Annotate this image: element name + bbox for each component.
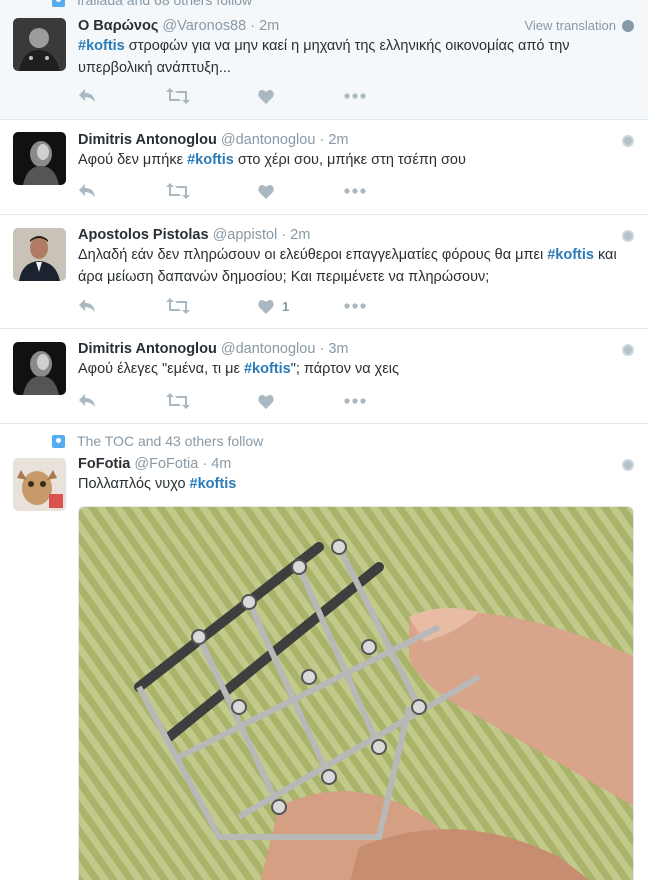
avatar[interactable] [13, 342, 66, 395]
reply-button[interactable] [78, 296, 96, 316]
tweet[interactable]: The TOC and 43 others follow FoFotia @Fo… [0, 424, 648, 880]
more-button[interactable] [344, 86, 366, 106]
tweet-text: Αφού δεν μπήκε #koftis στο χέρι σου, μπή… [78, 149, 634, 171]
tweet-actions [78, 391, 398, 411]
more-icon [344, 188, 366, 194]
retweet-button[interactable] [166, 86, 190, 106]
author-name[interactable]: FoFotia [78, 456, 130, 472]
retweet-button[interactable] [166, 181, 190, 201]
retweet-icon [166, 88, 190, 104]
author-handle[interactable]: @appistol [213, 227, 278, 243]
like-button[interactable]: 1 [258, 296, 289, 316]
like-icon [258, 299, 274, 314]
author-name[interactable]: Apostolos Pistolas [78, 227, 209, 243]
tweet[interactable]: Dimitris Antonoglou @dantonoglou · 3m Αφ… [0, 329, 648, 424]
social-context-text: The TOC and 43 others follow [77, 433, 264, 449]
retweet-icon [166, 393, 190, 409]
avatar[interactable] [13, 458, 66, 511]
tweet-photo[interactable] [78, 506, 634, 880]
social-context-text: Iraliada and 68 others follow [77, 0, 253, 8]
timestamp[interactable]: 2m [328, 132, 348, 148]
globe-icon [622, 344, 634, 356]
author-handle[interactable]: @FoFotia [134, 456, 198, 472]
avatar[interactable] [13, 18, 66, 71]
like-count: 1 [282, 298, 290, 314]
like-icon [258, 184, 274, 199]
separator: · [319, 341, 325, 357]
reply-icon [79, 89, 95, 102]
author-name[interactable]: Ο Βαρώνος [78, 18, 158, 34]
tweet-text-before: Πολλαπλός νυχο [78, 476, 190, 492]
globe-icon [622, 135, 634, 147]
reply-icon [79, 299, 95, 312]
hashtag-link[interactable]: #koftis [244, 361, 291, 377]
tweet-text-before: Αφού δεν μπήκε [78, 152, 188, 168]
tweet-actions [78, 86, 398, 106]
tweet-text-after: "; πάρτον να χεις [290, 361, 399, 377]
retweet-button[interactable] [166, 391, 190, 411]
more-icon [344, 398, 366, 404]
globe-icon [622, 19, 634, 32]
separator: · [319, 132, 325, 148]
like-button[interactable] [258, 86, 274, 106]
timestamp[interactable]: 2m [259, 18, 279, 34]
author-name[interactable]: Dimitris Antonoglou [78, 132, 217, 148]
more-icon [344, 93, 366, 99]
timestamp[interactable]: 4m [211, 456, 231, 472]
more-button[interactable] [344, 181, 366, 201]
reply-button[interactable] [78, 391, 96, 411]
avatar[interactable] [13, 132, 66, 185]
tweet-text-before: Δηλαδή εάν δεν πληρώσουν οι ελεύθεροι επ… [78, 247, 548, 263]
follow-badge-icon [52, 0, 65, 7]
more-icon [344, 303, 366, 309]
hashtag-link[interactable]: #koftis [190, 476, 237, 492]
more-button[interactable] [344, 391, 366, 411]
tweet-text: Πολλαπλός νυχο #koftis [78, 473, 634, 495]
tweet-text-after: στροφών για να μην καεί η μηχανή της ελλ… [78, 38, 570, 76]
like-icon [258, 89, 274, 104]
avatar[interactable] [13, 228, 66, 281]
hashtag-link[interactable]: #koftis [547, 247, 594, 263]
like-icon [258, 394, 274, 409]
author-handle[interactable]: @Varonos88 [162, 18, 246, 34]
tweet-text-after: στο χέρι σου, μπήκε στη τσέπη σου [233, 152, 466, 168]
retweet-button[interactable] [166, 296, 190, 316]
tweet-text: #koftis στροφών για να μην καεί η μηχανή… [78, 35, 634, 79]
reply-icon [79, 184, 95, 197]
reply-button[interactable] [78, 181, 96, 201]
more-button[interactable] [344, 296, 366, 316]
tweet[interactable]: Iraliada and 68 others follow Ο Βαρώνος … [0, 0, 648, 120]
timestamp[interactable]: 3m [328, 341, 348, 357]
author-name[interactable]: Dimitris Antonoglou [78, 341, 217, 357]
separator: · [202, 456, 208, 472]
tweet-text: Δηλαδή εάν δεν πληρώσουν οι ελεύθεροι επ… [78, 244, 634, 288]
separator: · [250, 18, 256, 34]
tweet[interactable]: Dimitris Antonoglou @dantonoglou · 2m Αφ… [0, 120, 648, 215]
hashtag-link[interactable]: #koftis [187, 152, 234, 168]
globe-icon [622, 459, 634, 471]
retweet-icon [166, 183, 190, 199]
tweet-actions [78, 181, 398, 201]
like-button[interactable] [258, 391, 274, 411]
tweet-text-before: Αφού έλεγες "εμένα, τι με [78, 361, 244, 377]
view-translation-link[interactable]: View translation [524, 18, 616, 33]
hashtag-link[interactable]: #koftis [78, 38, 125, 54]
separator: · [281, 227, 287, 243]
social-context: The TOC and 43 others follow [52, 433, 263, 449]
retweet-icon [166, 298, 190, 314]
social-context: Iraliada and 68 others follow [52, 0, 252, 8]
author-handle[interactable]: @dantonoglou [221, 341, 316, 357]
timestamp[interactable]: 2m [290, 227, 310, 243]
globe-icon [622, 230, 634, 242]
tweet[interactable]: Apostolos Pistolas @appistol · 2m Δηλαδή… [0, 215, 648, 329]
reply-icon [79, 394, 95, 407]
like-button[interactable] [258, 181, 274, 201]
author-handle[interactable]: @dantonoglou [221, 132, 316, 148]
reply-button[interactable] [78, 86, 96, 106]
tweet-text: Αφού έλεγες "εμένα, τι με #koftis"; πάρτ… [78, 358, 634, 380]
follow-badge-icon [52, 434, 65, 448]
tweet-actions: 1 [78, 296, 398, 316]
